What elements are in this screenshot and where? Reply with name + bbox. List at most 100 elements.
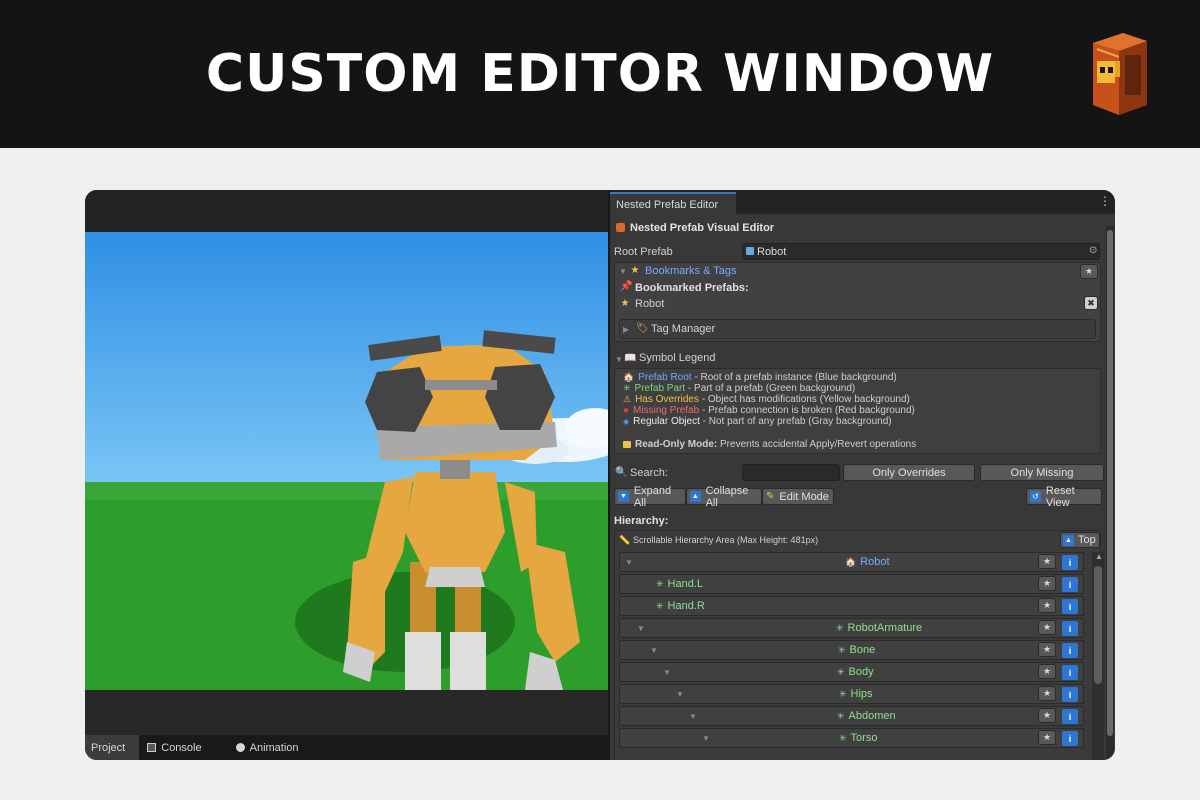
puzzle-icon: ✳ xyxy=(838,644,846,655)
reset-icon: ↺ xyxy=(1030,491,1041,502)
robot-scene-illustration xyxy=(85,232,608,690)
kebab-menu-icon[interactable]: ⋮ xyxy=(1099,194,1111,208)
info-row-button[interactable]: i xyxy=(1062,643,1078,658)
hierarchy-row-name: Hand.L xyxy=(667,578,704,590)
error-icon: ● xyxy=(623,405,630,416)
info-row-button[interactable]: i xyxy=(1062,621,1078,636)
warning-icon: ⚠ xyxy=(623,394,632,404)
foldout-arrow-icon[interactable]: ▼ xyxy=(689,712,697,721)
ruler-icon: 📏 xyxy=(619,535,631,545)
legend-readonly-name: Read-Only Mode: xyxy=(635,439,718,450)
legend-line-regular: ◆ Regular Object - Not part of any prefa… xyxy=(623,416,892,427)
puzzle-icon: ✳ xyxy=(623,383,631,393)
info-row-button[interactable]: i xyxy=(1062,731,1078,746)
edit-mode-label: Edit Mode xyxy=(779,490,829,503)
legend-line-missing: ● Missing Prefab - Prefab connection is … xyxy=(623,405,915,416)
info-row-button[interactable]: i xyxy=(1062,709,1078,724)
tag-manager-arrow-icon: ▶ xyxy=(623,325,630,334)
legend-line-overrides: ⚠ Has Overrides - Object has modificatio… xyxy=(623,394,910,405)
hierarchy-row-label: ✳ RobotArmature xyxy=(836,622,922,634)
bookmark-item[interactable]: Robot xyxy=(635,298,664,310)
legend-foldout-arrow-icon[interactable]: ▼ xyxy=(615,355,623,364)
hierarchy-row-name: Bone xyxy=(849,644,876,656)
hierarchy-row[interactable]: ✳ Hand.L ★ i xyxy=(619,574,1084,594)
hierarchy-row-name: Hand.R xyxy=(667,600,705,612)
legend-part-desc: - Part of a prefab (Green background) xyxy=(685,383,856,394)
legend-line-root: 🏠 Prefab Root - Root of a prefab instanc… xyxy=(623,372,897,383)
expand-all-button[interactable]: ▼ Expand All xyxy=(614,485,686,509)
bookmark-row-button[interactable]: ★ xyxy=(1038,686,1056,701)
foldout-arrow-icon[interactable]: ▼ xyxy=(625,558,633,567)
edit-mode-button[interactable]: ✎ Edit Mode xyxy=(762,488,834,505)
reset-view-label: Reset View xyxy=(1045,484,1075,509)
add-bookmark-button[interactable]: ★ xyxy=(1080,264,1098,279)
nested-prefab-editor-panel: Nested Prefab Editor ⋮ Nested Prefab Vis… xyxy=(608,190,1115,760)
info-row-button[interactable]: i xyxy=(1062,687,1078,702)
legend-regular-name: Regular Object xyxy=(633,416,700,427)
root-prefab-field[interactable]: Robot ⊙ xyxy=(742,243,1100,260)
hierarchy-row[interactable]: ▼ ✳ Abdomen ★ i xyxy=(619,706,1084,726)
hierarchy-scroll-thumb[interactable] xyxy=(1094,566,1102,684)
hierarchy-row[interactable]: ▼ ✳ Hips ★ i xyxy=(619,684,1084,704)
scene-toolbar xyxy=(85,190,608,232)
legend-part-name: Prefab Part xyxy=(634,383,686,394)
tab-animation[interactable]: Animation xyxy=(230,735,313,760)
bookmark-row-button[interactable]: ★ xyxy=(1038,576,1056,591)
bookmark-row-button[interactable]: ★ xyxy=(1038,708,1056,723)
foldout-arrow-icon[interactable]: ▼ xyxy=(619,267,627,276)
object-picker-icon[interactable]: ⊙ xyxy=(1089,245,1097,256)
scroll-top-button[interactable]: ▲ Top xyxy=(1060,532,1100,548)
hierarchy-row[interactable]: ▼ ✳ Torso ★ i xyxy=(619,728,1084,748)
bookmark-row-button[interactable]: ★ xyxy=(1038,642,1056,657)
collapse-all-button[interactable]: ▲ Collapse All xyxy=(686,485,762,509)
collapse-icon: ▲ xyxy=(690,491,701,502)
tab-nested-prefab-editor[interactable]: Nested Prefab Editor xyxy=(610,192,736,214)
book-icon: 📖 xyxy=(624,353,637,364)
foldout-arrow-icon[interactable]: ▼ xyxy=(702,734,710,743)
legend-box: 🏠 Prefab Root - Root of a prefab instanc… xyxy=(614,368,1101,454)
root-prefab-value: Robot xyxy=(757,246,787,258)
hierarchy-row[interactable]: ✳ Hand.R ★ i xyxy=(619,596,1084,616)
star-icon: ★ xyxy=(630,265,640,276)
hierarchy-row[interactable]: ▼ ✳ Bone ★ i xyxy=(619,640,1084,660)
search-input[interactable] xyxy=(742,464,840,481)
info-row-button[interactable]: i xyxy=(1062,665,1078,680)
bottom-tabbar: Project Console Animation xyxy=(85,735,608,760)
only-missing-button[interactable]: Only Missing xyxy=(980,464,1104,481)
foldout-arrow-icon[interactable]: ▼ xyxy=(676,690,684,699)
info-row-button[interactable]: i xyxy=(1062,577,1078,592)
foldout-arrow-icon[interactable]: ▼ xyxy=(650,646,658,655)
scene-viewport[interactable] xyxy=(85,232,608,690)
panel-scrollbar[interactable] xyxy=(1106,226,1114,760)
scroll-up-arrow-icon[interactable]: ▲ xyxy=(1095,552,1103,561)
foldout-arrow-icon[interactable]: ▼ xyxy=(637,624,645,633)
bookmark-row-button[interactable]: ★ xyxy=(1038,554,1056,569)
clock-icon xyxy=(235,743,245,752)
bookmark-row-button[interactable]: ★ xyxy=(1038,598,1056,613)
bookmark-row-button[interactable]: ★ xyxy=(1038,730,1056,745)
info-row-button[interactable]: i xyxy=(1062,555,1078,570)
pencil-icon: ✎ xyxy=(766,491,775,502)
bookmarks-header[interactable]: Bookmarks & Tags xyxy=(645,265,737,277)
remove-bookmark-button[interactable]: ✖ xyxy=(1084,296,1098,310)
tab-console[interactable]: Console xyxy=(141,735,215,760)
banner: CUSTOM EDITOR WINDOW xyxy=(0,0,1200,148)
hierarchy-row[interactable]: ▼ ✳ RobotArmature ★ i xyxy=(619,618,1084,638)
reset-view-button[interactable]: ↺ Reset View xyxy=(1026,485,1102,509)
hierarchy-row[interactable]: ▼ 🏠 Robot ★ i xyxy=(619,552,1084,572)
panel-scroll-thumb[interactable] xyxy=(1107,230,1113,736)
info-row-button[interactable]: i xyxy=(1062,599,1078,614)
only-overrides-button[interactable]: Only Overrides xyxy=(843,464,975,481)
house-icon: 🏠 xyxy=(845,556,857,567)
hierarchy-row[interactable]: ▼ ✳ Body ★ i xyxy=(619,662,1084,682)
bookmark-row-button[interactable]: ★ xyxy=(1038,664,1056,679)
expand-icon: ▼ xyxy=(618,491,629,502)
puzzle-icon: ✳ xyxy=(836,622,844,633)
bookmark-row-button[interactable]: ★ xyxy=(1038,620,1056,635)
tag-manager-foldout[interactable]: ▶ 🏷 Tag Manager xyxy=(619,319,1096,339)
tab-project[interactable]: Project xyxy=(85,735,140,760)
legend-header: Symbol Legend xyxy=(639,352,716,364)
hierarchy-scrollbar[interactable]: ▲ xyxy=(1092,552,1104,760)
foldout-arrow-icon[interactable]: ▼ xyxy=(663,668,671,677)
hierarchy-label: Hierarchy: xyxy=(614,515,669,527)
